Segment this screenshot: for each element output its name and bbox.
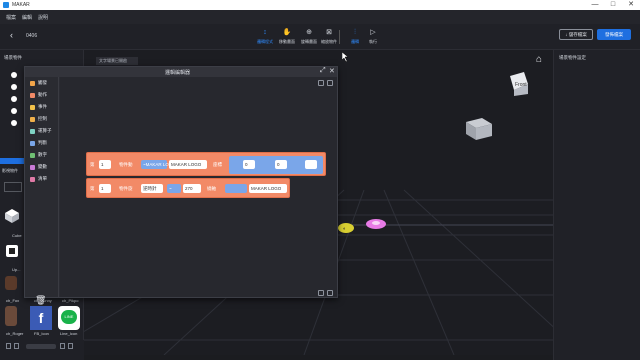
folder-icon[interactable]	[4, 182, 22, 192]
scene-tab[interactable]: 文字場景已開啟	[96, 57, 138, 65]
rotate-icon: ⊕	[306, 29, 312, 36]
rotation-object-select[interactable]: MAKAR LOGO	[249, 184, 287, 193]
scene-gray-cube[interactable]	[462, 116, 496, 142]
tool-run[interactable]: ▷ 執行	[362, 28, 384, 48]
app-title: MAKAR	[12, 2, 30, 8]
menu-help[interactable]: 說明	[38, 14, 48, 21]
block-object-field[interactable]: ~MAKAR LOGO	[141, 160, 176, 169]
scene-object-dot[interactable]	[11, 96, 17, 102]
degree-field[interactable]: 270	[183, 184, 201, 193]
menu-edit[interactable]: 編輯	[22, 14, 32, 21]
view-cube-label: Front	[515, 82, 527, 88]
asset-category-label: 影視物件	[2, 168, 18, 173]
object-settings-panel: 場景物件設定	[553, 50, 640, 360]
coord-x-field[interactable]: 0	[243, 160, 255, 169]
category-event[interactable]: 事件	[30, 103, 47, 111]
object-settings-title: 場景物件設定	[559, 55, 586, 60]
add-asset-icon[interactable]	[6, 343, 11, 349]
play-icon: ▷	[370, 29, 376, 36]
workspace-help-icon[interactable]	[327, 80, 333, 86]
character-icon[interactable]	[5, 276, 17, 290]
category-list[interactable]: 清單	[30, 175, 47, 183]
scene-object-dot[interactable]	[11, 84, 17, 90]
hand-icon: ✋	[282, 29, 292, 36]
rotation-direction-select[interactable]: 逆時針	[141, 184, 163, 193]
line-icon[interactable]: LINE	[58, 306, 80, 330]
asset-scrollbar[interactable]	[26, 344, 56, 349]
minimize-button[interactable]: —	[586, 0, 604, 10]
scene-objects-title: 場景物件	[4, 55, 22, 60]
back-icon[interactable]: ‹	[10, 30, 13, 40]
logic-block-rotate[interactable]: 第 1 物件旋 逆時針 ~ 270 繞軸 MAKAR LOGO	[86, 178, 290, 198]
tool-logic-program[interactable]: ↕ 邏輯程式	[254, 28, 276, 48]
category-logic[interactable]: 判斷	[30, 139, 47, 147]
category-action[interactable]: 動作	[30, 91, 47, 99]
rotation-object-field[interactable]	[225, 184, 247, 193]
mouse-cursor-icon	[342, 52, 349, 62]
coord-y-field[interactable]: 0	[275, 160, 287, 169]
close-button[interactable]: ✕	[622, 0, 640, 10]
app-logo-icon	[3, 2, 9, 8]
category-control[interactable]: 控制	[30, 115, 47, 123]
menu-bar: 檔案 編輯 說明	[0, 10, 640, 24]
view-cube[interactable]: Front	[504, 70, 532, 98]
window-titlebar: MAKAR — □ ✕	[0, 0, 640, 10]
block-workspace[interactable]: 第 1 物件動 ~MAKAR LOGO MAKAR LOGO 座標 0 0 第 …	[60, 77, 337, 297]
scene-objects[interactable]: ◐	[336, 216, 396, 238]
scene-object-dot[interactable]	[11, 120, 17, 126]
character-icon[interactable]	[5, 306, 17, 326]
close-editor-icon[interactable]: ✕	[329, 67, 335, 75]
coordinate-block[interactable]: 0 0	[229, 156, 323, 174]
logic-editor-window: 邏輯編輯器 ⤢ ✕ 觸發 動作 事件 控制 運算子 判斷 數字 變數 清單 🗑 …	[24, 66, 338, 305]
grid-view-icon[interactable]	[14, 343, 19, 349]
block-number-field[interactable]: 1	[99, 184, 111, 193]
tool-scale[interactable]: ⊠ 縮放物件	[318, 28, 340, 48]
settings-icon[interactable]	[68, 343, 73, 349]
app-window: MAKAR — □ ✕ 檔案 編輯 說明 ‹ 0406 ↕ 邏輯程式 ✋ 移動畫…	[0, 0, 640, 360]
scene-object-dot[interactable]	[11, 108, 17, 114]
block-number-field[interactable]: 1	[99, 160, 111, 169]
toolbar-divider	[339, 30, 340, 44]
upload-icon[interactable]	[5, 244, 19, 258]
category-trigger[interactable]: 觸發	[30, 79, 47, 87]
block-object-select[interactable]: MAKAR LOGO	[169, 160, 207, 169]
category-operator[interactable]: 運算子	[30, 127, 52, 135]
degree-prefix-field[interactable]: ~	[167, 184, 181, 193]
logic-editor-header[interactable]: 邏輯編輯器 ⤢ ✕	[25, 67, 337, 77]
logic-program-icon: ↕	[263, 29, 267, 36]
expand-icon[interactable]: ⤢	[320, 67, 326, 75]
maximize-button[interactable]: □	[604, 0, 622, 10]
facebook-icon[interactable]: f	[30, 306, 52, 330]
block-toolbox: 觸發 動作 事件 控制 運算子 判斷 數字 變數 清單 🗑	[25, 77, 59, 305]
list-view-icon[interactable]	[60, 343, 65, 349]
tool-pan[interactable]: ✋ 移動畫面	[276, 28, 298, 48]
menu-file[interactable]: 檔案	[6, 14, 16, 21]
logic-block-move[interactable]: 第 1 物件動 ~MAKAR LOGO MAKAR LOGO 座標 0 0	[86, 152, 326, 176]
save-button[interactable]: ↓ 儲存檔案	[559, 29, 593, 40]
project-name: 0406	[26, 33, 38, 39]
workspace-settings-icon[interactable]	[318, 80, 324, 86]
scene-object-dot[interactable]	[11, 72, 17, 78]
coord-z-field[interactable]	[305, 160, 317, 169]
home-icon[interactable]: ⌂	[536, 54, 542, 65]
logic-editor-title: 邏輯編輯器	[165, 70, 191, 76]
scale-icon: ⊠	[326, 29, 332, 36]
asset-tab[interactable]	[0, 158, 24, 164]
category-number[interactable]: 數字	[30, 151, 47, 159]
cube-icon[interactable]	[4, 208, 20, 224]
tool-rotate[interactable]: ⊕ 旋轉畫面	[298, 28, 320, 48]
trash-icon[interactable]: 🗑	[35, 295, 46, 306]
zoom-fit-icon[interactable]	[318, 290, 324, 296]
category-variable[interactable]: 變數	[30, 163, 47, 171]
publish-button[interactable]: 發佈檔案	[597, 29, 631, 40]
svg-text:◐: ◐	[343, 226, 346, 232]
zoom-reset-icon[interactable]	[327, 290, 333, 296]
